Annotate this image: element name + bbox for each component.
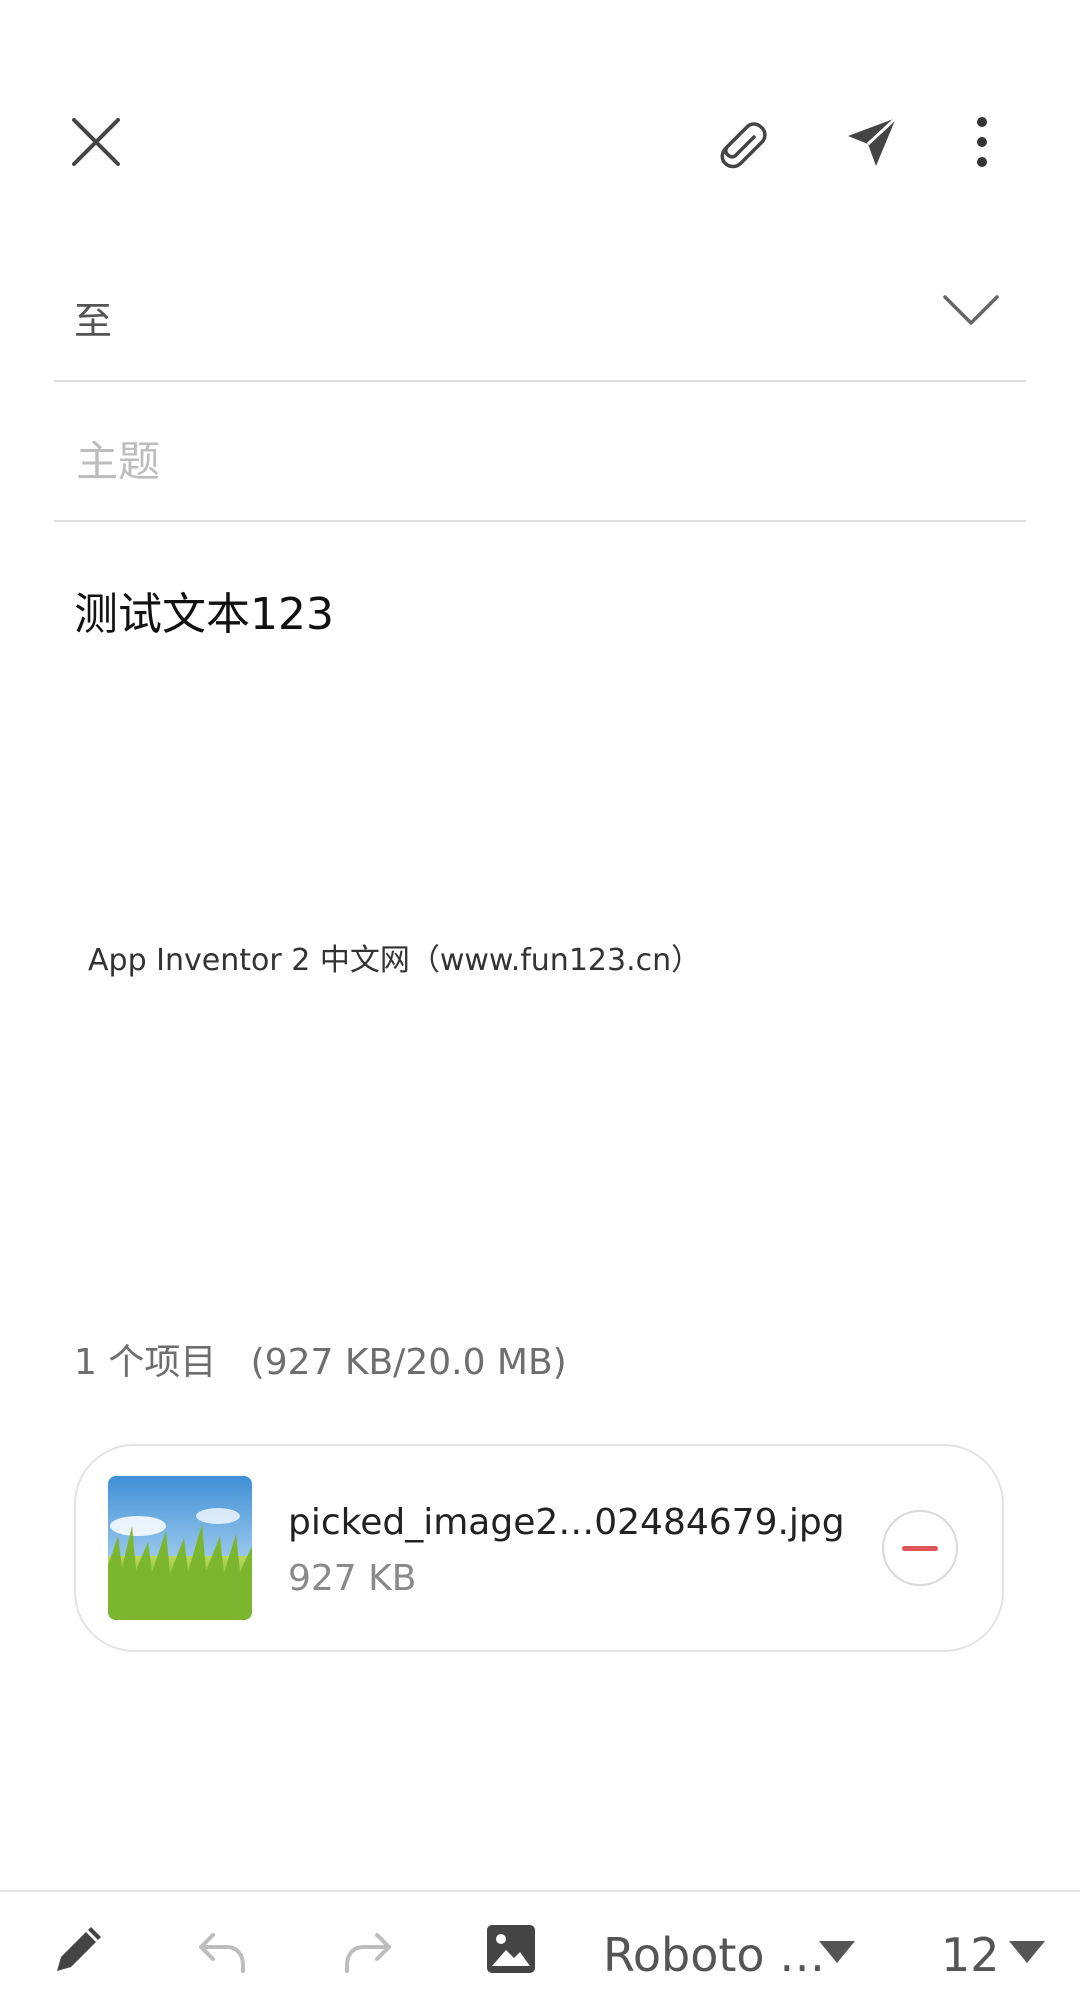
expand-recipients-button[interactable]: [940, 290, 1002, 330]
send-icon: [848, 116, 898, 166]
signature-text: App Inventor 2 中文网（www.fun123.cn）: [88, 943, 702, 978]
undo-icon: [199, 1933, 245, 1973]
body-editor[interactable]: 测试文本123: [74, 578, 334, 642]
subject-field-divider: [54, 520, 1026, 522]
to-field-divider: [54, 380, 1026, 382]
compose-screen: 至 主题 测试文本123 App Inventor 2 中文网（www.fun1…: [0, 0, 1080, 2004]
image-icon: [487, 1925, 535, 1973]
chevron-down-icon: [943, 295, 999, 325]
more-vertical-icon: [977, 117, 987, 167]
close-icon: [72, 118, 120, 166]
pen-button[interactable]: [48, 1918, 110, 1980]
send-button[interactable]: [842, 112, 902, 172]
to-field-label[interactable]: 至: [74, 290, 112, 345]
pen-icon: [57, 1927, 101, 1971]
more-options-button[interactable]: [962, 112, 1002, 172]
font-size-selector[interactable]: 12: [941, 1928, 1000, 1982]
triangle-down-icon: [819, 1941, 855, 1963]
subject-input[interactable]: 主题: [76, 428, 160, 489]
font-name-dropdown[interactable]: [814, 1932, 860, 1972]
font-name-selector[interactable]: Roboto …: [603, 1928, 825, 1982]
remove-attachment-button[interactable]: [882, 1510, 958, 1586]
attachment-summary: 1 个项目 (927 KB/20.0 MB): [74, 1342, 567, 1383]
attach-button[interactable]: [710, 112, 770, 172]
editor-toolbar: Roboto … 12: [0, 1890, 1080, 2004]
undo-button[interactable]: [192, 1918, 254, 1980]
triangle-down-icon: [1009, 1941, 1045, 1963]
attachment-file-size: 927 KB: [288, 1558, 417, 1599]
attachment-thumbnail: [108, 1476, 252, 1620]
redo-button[interactable]: [336, 1918, 398, 1980]
minus-icon: [902, 1545, 938, 1551]
insert-image-button[interactable]: [480, 1918, 542, 1980]
attachment-item[interactable]: picked_image2…02484679.jpg 927 KB: [74, 1444, 1004, 1652]
redo-icon: [345, 1933, 391, 1973]
attachment-file-name: picked_image2…02484679.jpg: [288, 1502, 845, 1543]
close-button[interactable]: [66, 112, 126, 172]
paperclip-icon: [720, 122, 767, 169]
font-size-dropdown[interactable]: [1004, 1932, 1050, 1972]
